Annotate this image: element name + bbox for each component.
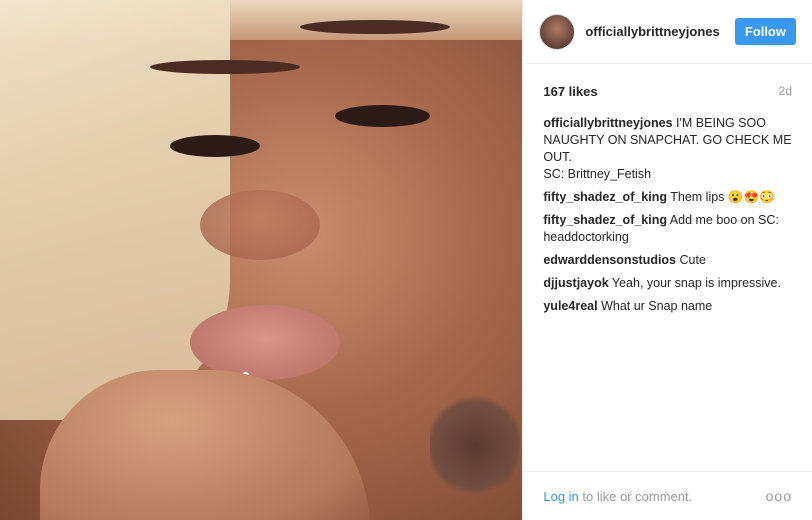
post-photo[interactable] — [0, 0, 523, 520]
photo-lips — [190, 305, 340, 380]
follow-button[interactable]: Follow — [734, 18, 796, 45]
post-time[interactable]: 2d — [779, 84, 792, 99]
photo-eye-left — [170, 135, 260, 157]
caption-snapchat: SC: Brittney_Fetish — [543, 167, 652, 181]
comment-item: fifty_shadez_of_king Add me boo on SC: h… — [543, 212, 792, 246]
caption: officiallybrittneyjones I'M BEING SOO NA… — [543, 115, 792, 183]
post-header: officiallybrittneyjones Follow — [523, 0, 812, 64]
photo-hand — [40, 370, 370, 520]
login-prompt-text: to like or comment. — [578, 488, 693, 504]
likes-count[interactable]: 167 likes — [543, 84, 597, 99]
comments-list: officiallybrittneyjones I'M BEING SOO NA… — [523, 107, 812, 315]
photo-brow-left — [150, 60, 300, 74]
comment-username[interactable]: fifty_shadez_of_king — [543, 190, 667, 204]
comment-username[interactable]: djjustjayok — [543, 276, 608, 290]
username-link[interactable]: officiallybrittneyjones — [585, 24, 734, 39]
caption-username[interactable]: officiallybrittneyjones — [543, 116, 672, 130]
comment-text: Them lips 😮😍😳 — [670, 190, 775, 204]
comment-text: What ur Snap name — [601, 299, 713, 313]
more-options-icon[interactable]: ooo — [766, 488, 792, 504]
login-link[interactable]: Log in — [543, 489, 578, 504]
photo-brow-right — [300, 20, 450, 34]
comment-item: edwarddensonstudios Cute — [543, 252, 792, 269]
post-container: officiallybrittneyjones Follow 167 likes… — [0, 0, 812, 520]
post-side-panel: officiallybrittneyjones Follow 167 likes… — [522, 0, 812, 520]
comment-item: djjustjayok Yeah, your snap is impressiv… — [543, 275, 792, 292]
post-meta: 167 likes 2d — [523, 64, 812, 107]
comment-username[interactable]: edwarddensonstudios — [543, 253, 676, 267]
photo-nose — [200, 190, 320, 260]
photo-eye-right — [335, 105, 430, 127]
comment-text: Cute — [679, 253, 706, 267]
comment-text: Yeah, your snap is impressive. — [611, 276, 781, 290]
comment-username[interactable]: fifty_shadez_of_king — [543, 213, 667, 227]
post-footer: Log in to like or comment. ooo — [523, 471, 812, 520]
comment-item: yule4real What ur Snap name — [543, 298, 792, 315]
comment-item: fifty_shadez_of_king Them lips 😮😍😳 — [543, 189, 792, 206]
photo-tattoo — [430, 390, 520, 500]
comment-username[interactable]: yule4real — [543, 299, 597, 313]
avatar[interactable] — [539, 13, 576, 50]
